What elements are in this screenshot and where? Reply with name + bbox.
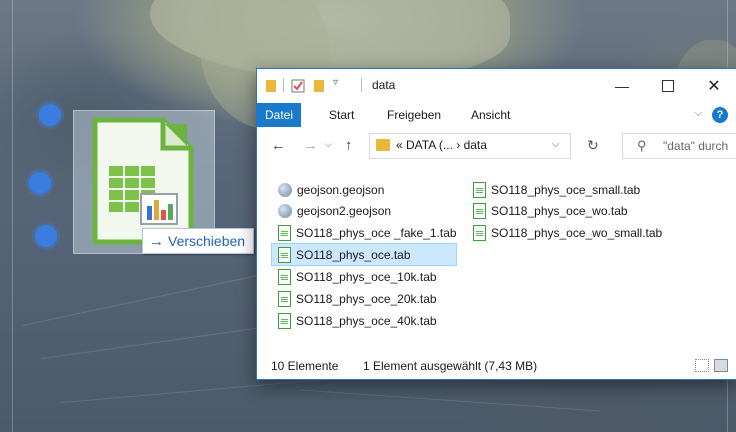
file-name: SO118_phys_oce_wo_small.tab <box>491 225 663 240</box>
forward-icon[interactable]: → <box>303 137 318 154</box>
folder-icon <box>266 80 276 92</box>
selection-info: 1 Element ausgewählt (7,43 MB) <box>363 359 538 373</box>
file-item[interactable]: geojson.geojson <box>272 179 384 200</box>
back-icon[interactable]: ← <box>271 137 286 154</box>
search-icon: ⚲ <box>637 138 647 153</box>
file-name: geojson.geojson <box>297 182 385 197</box>
details-view-icon[interactable] <box>695 359 709 372</box>
spreadsheet-file-icon <box>473 202 486 219</box>
spreadsheet-file-icon <box>278 268 291 285</box>
file-name: SO118_phys_oce_20k.tab <box>296 291 437 306</box>
file-item[interactable]: SO118_phys_oce_40k.tab <box>272 310 437 331</box>
item-count: 10 Elemente <box>271 359 339 373</box>
tab-ansicht[interactable]: Ansicht <box>471 103 510 127</box>
move-tooltip-label: Verschieben <box>168 233 246 249</box>
move-tooltip: → Verschieben <box>142 228 255 254</box>
divider <box>361 78 362 92</box>
tab-freigeben[interactable]: Freigeben <box>387 103 441 127</box>
quick-access-dropdown-icon[interactable]: ▿ <box>333 77 338 88</box>
map-marker[interactable] <box>29 172 51 194</box>
file-item-selected[interactable]: SO118_phys_oce.tab <box>271 243 457 266</box>
recent-locations-icon[interactable]: ⌵ <box>325 139 332 150</box>
file-name: SO118_phys_oce _fake_1.tab <box>296 225 457 240</box>
close-button[interactable]: ✕ <box>691 69 736 103</box>
spreadsheet-file-icon <box>278 290 291 307</box>
properties-icon[interactable] <box>291 79 305 93</box>
ribbon-tabs: Datei Start Freigeben Ansicht ⌵ ? <box>257 103 736 127</box>
map-marker[interactable] <box>35 225 57 247</box>
expand-ribbon-icon[interactable]: ⌵ <box>694 107 702 120</box>
arrow-right-icon: → <box>149 232 164 250</box>
large-icons-view-icon[interactable] <box>714 359 728 372</box>
search-placeholder: "data" durch <box>663 139 729 153</box>
status-bar: 10 Elemente 1 Element ausgewählt (7,43 M… <box>257 355 736 379</box>
help-button[interactable]: ? <box>712 107 728 123</box>
file-item[interactable]: SO118_phys_oce_20k.tab <box>272 288 437 309</box>
search-input[interactable]: ⚲ "data" durch <box>622 133 736 159</box>
file-item[interactable]: SO118_phys_oce_wo.tab <box>467 200 628 221</box>
address-dropdown-icon[interactable]: ⌵ <box>552 139 560 150</box>
divider <box>283 78 284 92</box>
libreoffice-calc-icon <box>92 117 194 245</box>
address-bar[interactable]: « DATA (... › data ⌵ <box>369 133 571 159</box>
file-item[interactable]: SO118_phys_oce _fake_1.tab <box>272 222 457 243</box>
title-bar[interactable]: ▿ data — ✕ <box>257 69 736 103</box>
file-name: SO118_phys_oce_10k.tab <box>296 269 437 284</box>
up-icon[interactable]: ↑ <box>345 137 353 154</box>
maximize-button[interactable] <box>645 69 691 103</box>
spreadsheet-file-icon <box>278 312 291 329</box>
geojson-file-icon <box>278 203 292 218</box>
folder-icon <box>376 139 390 151</box>
file-name: SO118_phys_oce_40k.tab <box>296 313 437 328</box>
close-icon: ✕ <box>707 78 721 95</box>
spreadsheet-file-icon <box>278 246 291 263</box>
file-name: geojson2.geojson <box>297 203 392 218</box>
spreadsheet-file-icon <box>473 224 486 241</box>
file-item[interactable]: geojson2.geojson <box>272 200 391 221</box>
tab-start[interactable]: Start <box>329 103 354 127</box>
explorer-window[interactable]: ▿ data — ✕ Datei Start Freigeben Ansicht… <box>256 68 736 380</box>
file-name: SO118_phys_oce_wo.tab <box>491 203 628 218</box>
file-item[interactable]: SO118_phys_oce_wo_small.tab <box>467 222 662 243</box>
new-folder-icon[interactable] <box>313 79 325 93</box>
address-path[interactable]: « DATA (... › data <box>396 138 487 152</box>
window-title: data <box>372 78 396 92</box>
map-marker[interactable] <box>39 104 61 126</box>
file-name: SO118_phys_oce.tab <box>296 247 411 262</box>
minimize-icon: — <box>615 78 629 94</box>
spreadsheet-file-icon <box>278 224 291 241</box>
tab-datei[interactable]: Datei <box>257 103 301 127</box>
refresh-icon[interactable]: ↻ <box>587 137 599 154</box>
spreadsheet-file-icon <box>473 181 486 198</box>
file-name: SO118_phys_oce_small.tab <box>491 182 641 197</box>
navigation-bar: ← → ⌵ ↑ « DATA (... › data ⌵ ↻ ⚲ "data" … <box>257 129 736 161</box>
maximize-icon <box>662 80 674 92</box>
file-item[interactable]: SO118_phys_oce_small.tab <box>467 179 640 200</box>
file-item[interactable]: SO118_phys_oce_10k.tab <box>272 266 437 287</box>
minimize-button[interactable]: — <box>599 69 645 103</box>
geojson-file-icon <box>278 182 292 197</box>
